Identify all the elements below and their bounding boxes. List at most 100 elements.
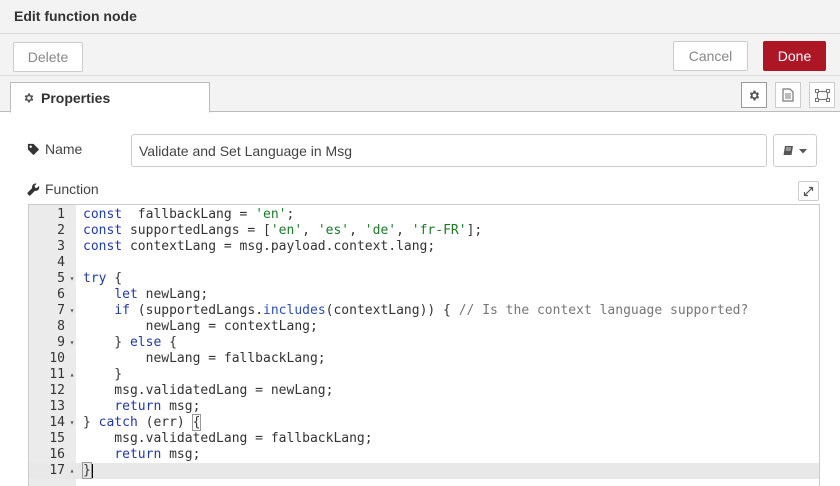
fold-close-icon[interactable]: ▴ (68, 463, 76, 479)
appearance-icon (814, 88, 830, 102)
code-token: fallbackLang = (122, 207, 256, 222)
code-token: const (83, 223, 123, 238)
wrench-icon (27, 183, 40, 196)
description-tab-button[interactable] (775, 82, 801, 108)
code-text: msg.validatedLang = fallbackLang; (83, 431, 373, 447)
code-token: { (191, 414, 202, 431)
done-button[interactable]: Done (763, 41, 826, 71)
code-line: 1 const fallbackLang = 'en'; (29, 207, 819, 223)
code-line: 2 const supportedLangs = ['en', 'es', 'de… (29, 223, 819, 239)
line-number: 6 (57, 287, 65, 302)
line-number: 16 (49, 447, 65, 462)
code-line: 6 let newLang; (29, 287, 819, 303)
code-text: } (83, 367, 122, 383)
code-token: try (83, 271, 107, 286)
code-line: 10 newLang = fallbackLang; (29, 351, 819, 367)
code-text: } catch (err) { (83, 414, 202, 431)
code-token: 'en' (255, 207, 287, 222)
code-token: if (114, 303, 130, 318)
code-text: const fallbackLang = 'en'; (83, 207, 294, 223)
node-icon-picker[interactable] (773, 134, 817, 167)
code-text: return msg; (83, 447, 200, 463)
code-text: } (82, 462, 93, 479)
code-token: catch (98, 415, 138, 430)
line-number: 5 (57, 271, 65, 286)
tab-bar: Properties (0, 76, 840, 113)
code-line: 11 ▴ } (29, 367, 819, 383)
fold-open-icon[interactable]: ▾ (68, 415, 76, 431)
code-line: 7 ▾ if (supportedLangs.includes(contextLa… (29, 303, 819, 319)
code-text: } else { (83, 335, 177, 351)
code-token: const (83, 239, 123, 254)
gear-icon (23, 92, 35, 104)
line-number: 3 (57, 239, 65, 254)
code-line: 15 msg.validatedLang = fallbackLang; (29, 431, 819, 447)
code-line: 3 const contextLang = msg.payload.context… (29, 239, 819, 255)
fold-open-icon[interactable]: ▾ (68, 271, 76, 287)
line-number: 8 (57, 319, 65, 334)
code-token: contextLang = msg.payload.context.lang; (122, 239, 436, 254)
code-token: let (114, 287, 138, 302)
name-label-text: Name (45, 141, 83, 157)
code-token: return (114, 399, 162, 414)
code-token: (err) (137, 415, 193, 430)
gear-icon (749, 90, 759, 100)
code-token: msg.validatedLang = newLang; (83, 383, 334, 398)
code-token: supportedLangs = [ (122, 223, 271, 238)
line-number: 17 (49, 463, 65, 478)
fold-open-icon[interactable]: ▾ (68, 303, 76, 319)
expand-editor-button[interactable] (798, 181, 819, 201)
code-token: includes (263, 303, 326, 318)
name-input[interactable] (131, 134, 767, 167)
code-text: msg.validatedLang = newLang; (83, 383, 333, 399)
code-token: // Is the context language supported? (458, 303, 749, 318)
code-token: } (83, 415, 99, 430)
appearance-tab-button[interactable] (809, 82, 835, 108)
code-text: if (supportedLangs.includes(contextLang)… (83, 303, 748, 319)
code-token: msg.validatedLang = fallbackLang; (83, 431, 373, 446)
line-number: 4 (57, 255, 65, 270)
dialog-title: Edit function node (14, 8, 137, 24)
code-token: } (83, 335, 130, 350)
code-lines: 1 const fallbackLang = 'en'; 2 const suppor… (29, 207, 819, 479)
line-number: 14 (49, 415, 65, 430)
fold-open-icon[interactable]: ▾ (68, 335, 76, 351)
code-line: 12 msg.validatedLang = newLang; (29, 383, 819, 399)
code-token: 'fr-FR' (411, 223, 467, 238)
code-token: return (114, 447, 162, 462)
function-label-text: Function (45, 181, 99, 197)
fold-close-icon[interactable]: ▴ (68, 367, 76, 383)
code-token: (supportedLangs. (129, 303, 264, 318)
code-token: , (396, 223, 412, 238)
line-number: 10 (49, 351, 65, 366)
line-number: 12 (49, 383, 65, 398)
text-cursor (91, 463, 93, 478)
line-number: 9 (57, 335, 65, 350)
code-token: 'de' (364, 223, 397, 238)
code-line: 17 ▴} (29, 462, 819, 479)
delete-button[interactable]: Delete (13, 42, 83, 72)
code-token: msg; (161, 399, 201, 414)
dialog-header: Edit function node (0, 0, 840, 34)
code-text: newLang = fallbackLang; (83, 351, 326, 367)
code-line: 14 ▾} catch (err) { (29, 414, 819, 431)
code-text: const supportedLangs = ['en', 'es', 'de'… (83, 223, 482, 239)
chevron-down-icon (798, 148, 807, 153)
code-line: 4 (29, 255, 819, 271)
code-line: 16 return msg; (29, 447, 819, 463)
code-line: 13 return msg; (29, 399, 819, 415)
settings-tab-button[interactable] (741, 82, 767, 108)
code-token: const (83, 207, 123, 222)
code-text: try { (83, 271, 122, 287)
tab-properties[interactable]: Properties (10, 82, 210, 113)
code-token: { (106, 271, 123, 286)
code-token: , (302, 223, 318, 238)
code-line: 5 ▾ try { (29, 271, 819, 287)
code-token: else (129, 335, 162, 350)
cancel-button[interactable]: Cancel (673, 41, 748, 71)
code-editor[interactable]: 1 const fallbackLang = 'en'; 2 const suppor… (28, 204, 820, 486)
